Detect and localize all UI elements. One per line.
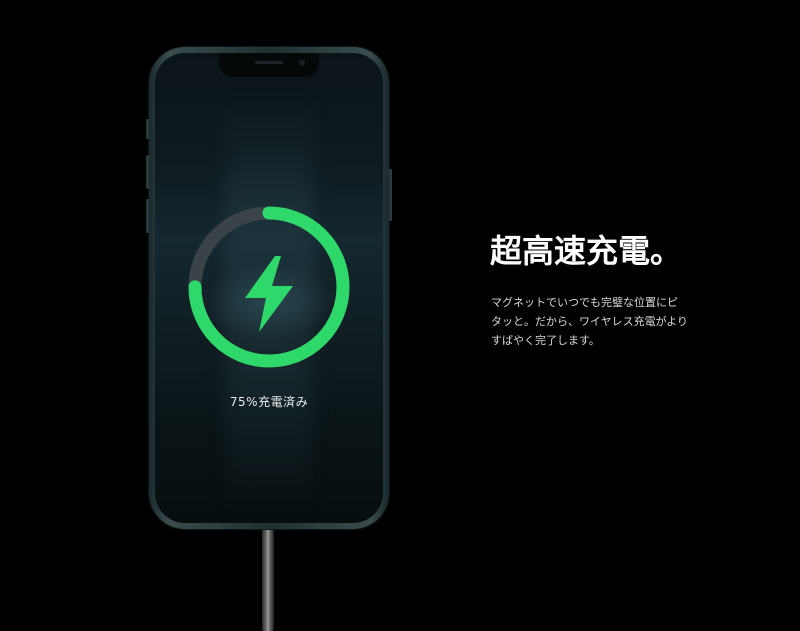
- charging-cable: [262, 520, 274, 631]
- description-line: タッと。だから、ワイヤレス充電がより: [491, 315, 688, 328]
- speaker-grille: [255, 61, 283, 64]
- phone-screen: 75%充電済み: [155, 53, 383, 523]
- description-line: マグネットでいつでも完璧な位置にピ: [491, 296, 678, 309]
- side-button: [146, 119, 149, 139]
- description-text: マグネットでいつでも完璧な位置にピ タッと。だから、ワイヤレス充電がより すばや…: [491, 293, 706, 350]
- power-button: [389, 169, 392, 221]
- product-showcase: 75%充電済み 超高速充電。 マグネットでいつでも完璧な位置にピ タッと。だから…: [0, 0, 800, 631]
- headline: 超高速充電。: [490, 232, 683, 270]
- front-camera: [299, 60, 305, 66]
- lightning-bolt-icon: [245, 256, 293, 332]
- iphone-device: 75%充電済み: [146, 47, 392, 529]
- description-line: すばやく完了します。: [491, 334, 600, 347]
- volume-up-button: [146, 155, 149, 189]
- charge-status-label: 75%充電済み: [229, 395, 309, 409]
- volume-down-button: [146, 199, 149, 233]
- notch: [219, 53, 319, 77]
